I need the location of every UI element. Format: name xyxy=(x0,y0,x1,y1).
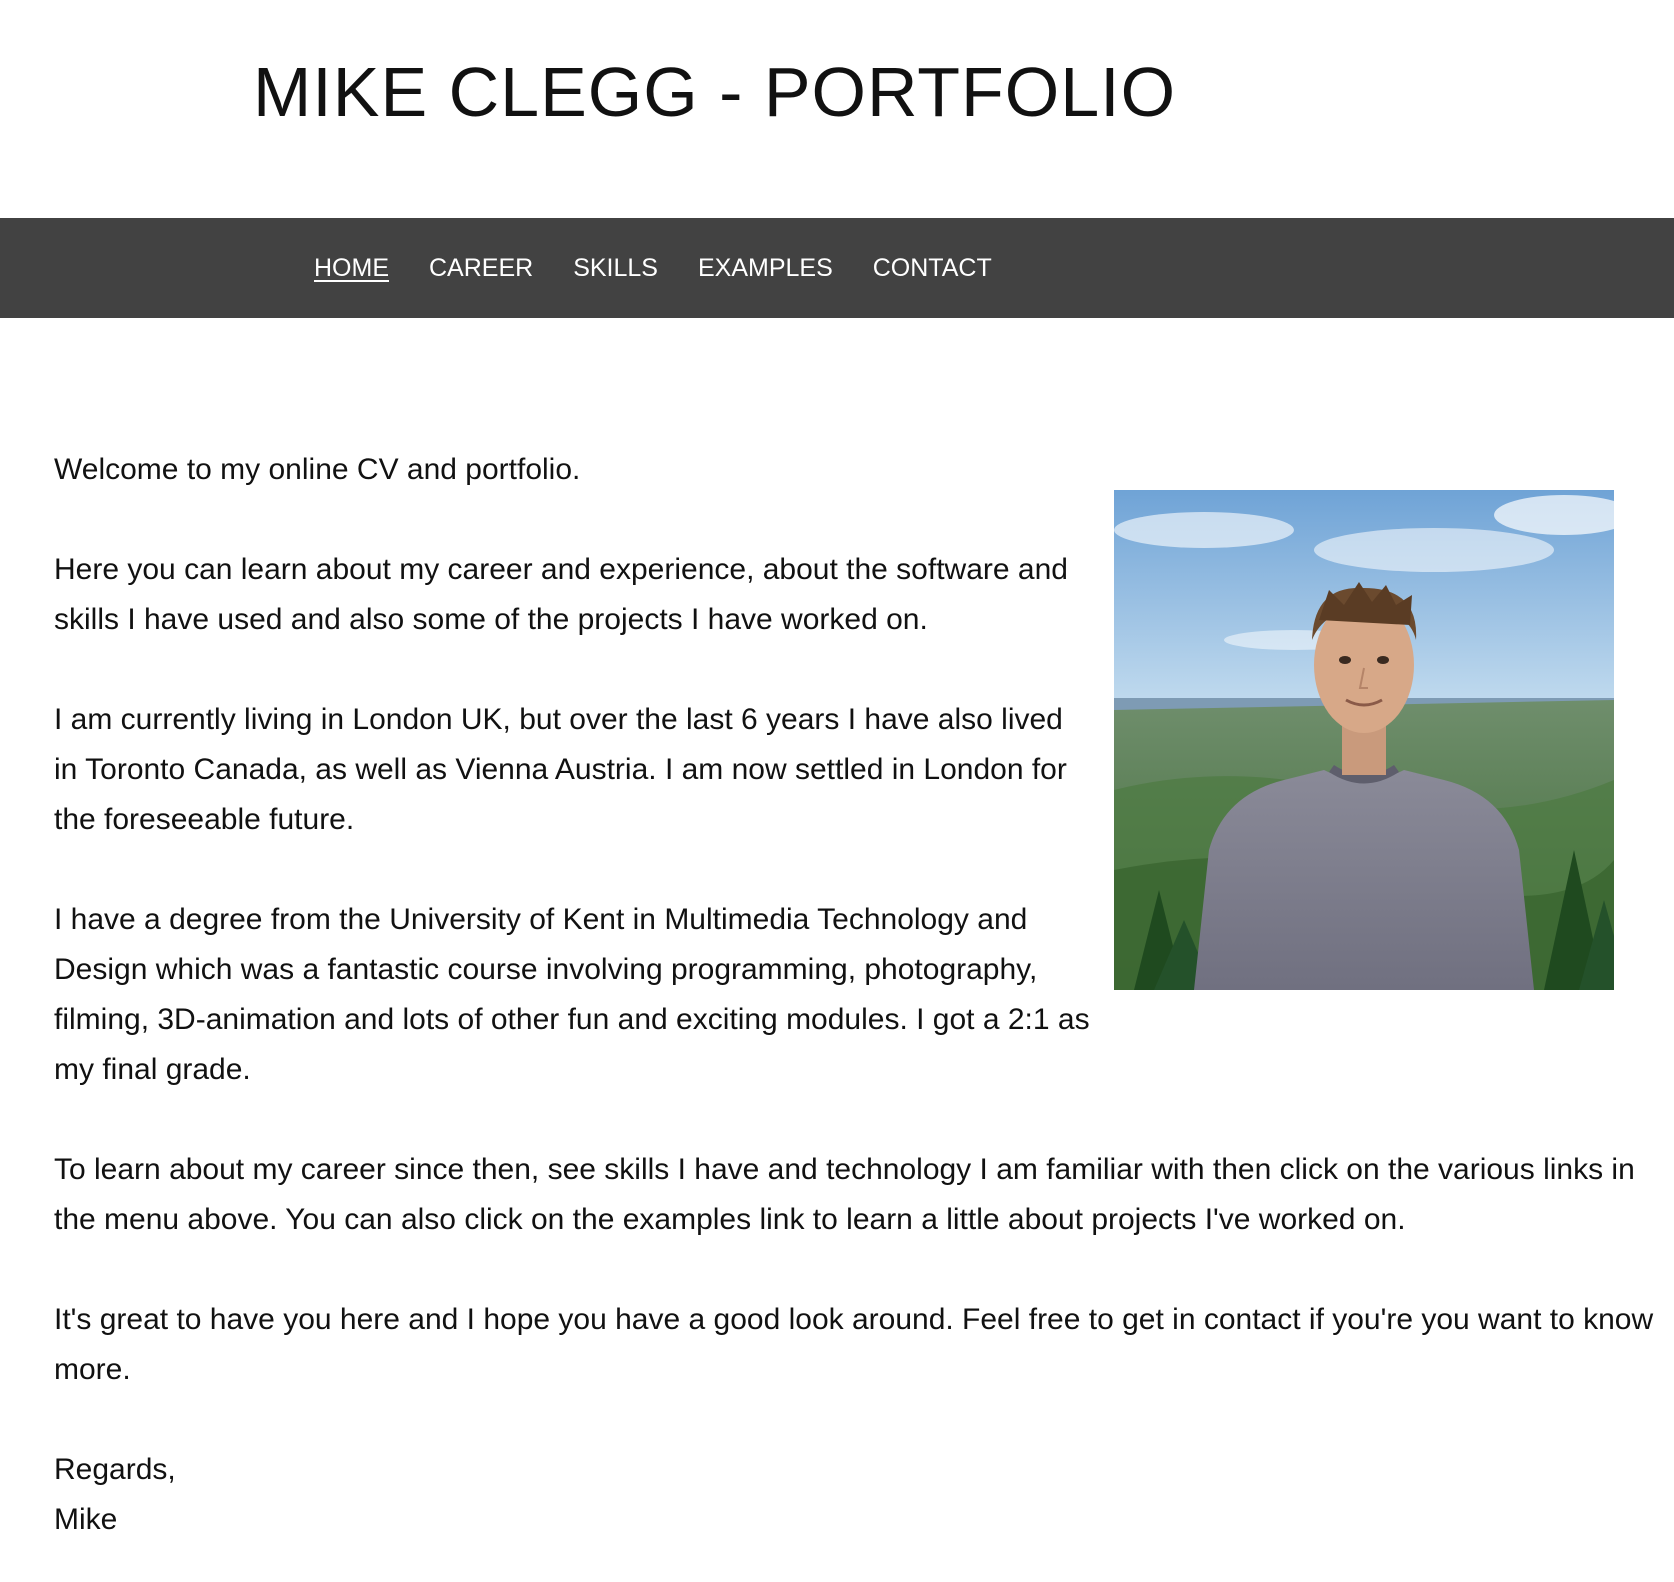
main-content: Welcome to my online CV and portfolio. H… xyxy=(54,445,1654,1545)
nav-item-career[interactable]: CAREER xyxy=(429,254,533,283)
main-nav: HOME CAREER SKILLS EXAMPLES CONTACT xyxy=(0,218,1674,318)
nav-item-examples[interactable]: EXAMPLES xyxy=(698,254,833,283)
closing-paragraph: It's great to have you here and I hope y… xyxy=(54,1303,1654,1386)
sign-off-name: Mike xyxy=(54,1503,118,1536)
sign-off-greeting: Regards, xyxy=(54,1453,176,1486)
location-paragraph: I am currently living in London UK, but … xyxy=(54,703,1067,836)
navigation-hint-paragraph: To learn about my career since then, see… xyxy=(54,1153,1635,1236)
site-header: MIKE CLEGG - PORTFOLIO xyxy=(0,0,1674,218)
nav-item-skills[interactable]: SKILLS xyxy=(573,254,658,283)
nav-list: HOME CAREER SKILLS EXAMPLES CONTACT xyxy=(314,218,1032,318)
site-title: MIKE CLEGG - PORTFOLIO xyxy=(253,53,1177,131)
education-paragraph: I have a degree from the University of K… xyxy=(54,903,1090,1086)
nav-item-contact[interactable]: CONTACT xyxy=(873,254,992,283)
nav-item-home[interactable]: HOME xyxy=(314,254,389,283)
intro-paragraph: Here you can learn about my career and e… xyxy=(54,553,1068,636)
welcome-paragraph: Welcome to my online CV and portfolio. xyxy=(54,453,581,486)
